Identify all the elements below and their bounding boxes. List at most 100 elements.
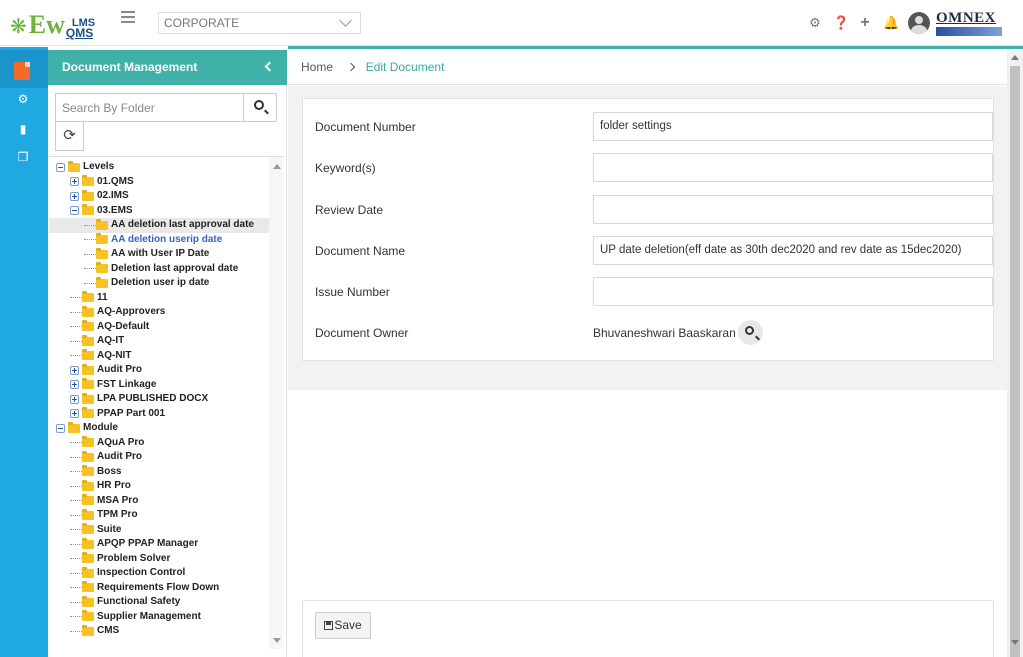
scroll-up-icon[interactable] <box>1011 55 1019 60</box>
user-avatar[interactable] <box>908 12 930 34</box>
gear-icon[interactable]: ⚙ <box>808 16 822 30</box>
help-icon[interactable]: ❓ <box>833 16 849 30</box>
tree-node[interactable]: AA with User IP Date <box>49 247 269 262</box>
tree-node[interactable]: AQ-IT <box>49 334 269 349</box>
settings-icon[interactable]: ⚙ <box>14 90 32 108</box>
brand-name: OMNEX <box>936 10 996 26</box>
tree-node[interactable]: Supplier Management <box>49 610 269 625</box>
folder-icon <box>82 581 94 593</box>
tree-node[interactable]: Audit Pro <box>49 363 269 378</box>
tree-node[interactable]: Levels <box>49 160 269 175</box>
expand-icon[interactable] <box>70 380 79 390</box>
organization-select[interactable]: CORPORATE <box>158 12 361 34</box>
tree-node[interactable]: AQ-Default <box>49 320 269 335</box>
tree-node-label: Audit Pro <box>97 364 142 376</box>
page-scrollbar[interactable] <box>1007 50 1023 657</box>
tree-node-label: TPM Pro <box>97 509 138 521</box>
review-date-field[interactable] <box>593 195 993 224</box>
tree-node[interactable]: HR Pro <box>49 479 269 494</box>
tree-scrollbar[interactable] <box>269 157 283 649</box>
breadcrumb: Home Edit Document <box>288 50 1007 85</box>
tree-node[interactable]: 01.QMS <box>49 175 269 190</box>
tree-node[interactable]: AA deletion userip date <box>49 233 269 248</box>
tree-node-label: AA deletion last approval date <box>111 219 254 231</box>
folder-search-input[interactable] <box>56 94 244 121</box>
tree-node[interactable]: Requirements Flow Down <box>49 581 269 596</box>
tree-node[interactable]: Module <box>49 421 269 436</box>
tree-node[interactable]: AQuA Pro <box>49 436 269 451</box>
tree-node[interactable]: Deletion last approval date <box>49 262 269 277</box>
folder-icon <box>82 508 94 520</box>
copy-icon[interactable]: ❐ <box>14 148 32 166</box>
folder-icon <box>82 610 94 622</box>
document-number-field[interactable]: folder settings <box>593 112 993 141</box>
document-number-label: Document Number <box>315 120 416 134</box>
tree-node[interactable]: 11 <box>49 291 269 306</box>
tree-node[interactable]: Inspection Control <box>49 566 269 581</box>
book-icon[interactable]: ▮ <box>14 120 32 138</box>
expand-icon[interactable] <box>70 177 79 187</box>
tree-node[interactable]: AA deletion last approval date <box>49 218 269 233</box>
save-button[interactable]: Save <box>315 612 371 639</box>
tree-node-label: AQuA Pro <box>97 436 145 448</box>
issue-number-field[interactable] <box>593 277 993 306</box>
tree-node[interactable]: 03.EMS <box>49 204 269 219</box>
owner-search-button[interactable] <box>738 320 763 345</box>
tree-node-label: CMS <box>97 625 120 637</box>
folder-search-button[interactable] <box>243 94 276 121</box>
tree-node[interactable]: Audit Pro <box>49 450 269 465</box>
scroll-up-icon[interactable] <box>273 164 281 169</box>
tree-node[interactable]: 02.IMS <box>49 189 269 204</box>
expand-icon[interactable] <box>70 365 79 375</box>
expand-icon[interactable] <box>70 394 79 404</box>
collapse-icon[interactable] <box>70 206 79 216</box>
collapse-panel-icon[interactable] <box>264 61 275 72</box>
tree-node[interactable]: TPM Pro <box>49 508 269 523</box>
tree-node[interactable]: APQP PPAP Manager <box>49 537 269 552</box>
tree-connector <box>70 616 82 618</box>
app-logo[interactable]: ❋ Ew LMS QMS <box>10 8 95 40</box>
folder-icon <box>96 233 108 245</box>
tree-connector <box>70 529 82 531</box>
folder-icon <box>82 334 94 346</box>
tree-node[interactable]: AQ-NIT <box>49 349 269 364</box>
document-name-field[interactable]: UP date deletion(eff date as 30th dec202… <box>593 236 993 265</box>
collapse-icon[interactable] <box>56 423 65 433</box>
tree-connector <box>70 355 82 357</box>
expand-icon[interactable] <box>70 409 79 419</box>
tree-node[interactable]: FST Linkage <box>49 378 269 393</box>
expand-icon[interactable] <box>70 191 79 201</box>
hamburger-menu-icon[interactable] <box>121 11 135 26</box>
tree-node[interactable]: Functional Safety <box>49 595 269 610</box>
scroll-down-icon[interactable] <box>273 638 281 643</box>
chevron-down-icon <box>339 14 352 27</box>
refresh-button[interactable]: ⟳ <box>55 122 84 151</box>
breadcrumb-home[interactable]: Home <box>301 60 333 74</box>
document-name-row: Document Name UP date deletion(eff date … <box>315 236 993 266</box>
scrollbar-thumb[interactable] <box>1010 66 1020 657</box>
top-bar: ❋ Ew LMS QMS CORPORATE ⚙ ❓ + 🔔 OMNEX <box>0 0 1023 46</box>
tree-node[interactable]: CMS <box>49 624 269 639</box>
tree-node[interactable]: Deletion user ip date <box>49 276 269 291</box>
tree-node[interactable]: Suite <box>49 523 269 538</box>
collapse-icon[interactable] <box>56 162 65 172</box>
tree-node[interactable]: MSA Pro <box>49 494 269 509</box>
document-owner-label: Document Owner <box>315 326 409 340</box>
folder-icon <box>82 552 94 564</box>
plus-icon[interactable]: + <box>858 15 872 31</box>
tree-node-label: HR Pro <box>97 480 131 492</box>
scroll-down-icon[interactable] <box>1011 640 1019 645</box>
nav-item-documents[interactable] <box>0 50 48 88</box>
tree-connector <box>70 456 82 458</box>
form-actions: Save <box>302 600 994 657</box>
keywords-field[interactable] <box>593 153 993 182</box>
bell-icon[interactable]: 🔔 <box>883 16 899 30</box>
review-date-label: Review Date <box>315 203 384 217</box>
tree-node[interactable]: PPAP Part 001 <box>49 407 269 422</box>
left-nav-strip: ⚙ ▮ ❐ <box>0 47 48 657</box>
folder-icon <box>68 160 80 172</box>
tree-node[interactable]: Boss <box>49 465 269 480</box>
tree-node[interactable]: AQ-Approvers <box>49 305 269 320</box>
tree-node[interactable]: Problem Solver <box>49 552 269 567</box>
tree-node[interactable]: LPA PUBLISHED DOCX <box>49 392 269 407</box>
